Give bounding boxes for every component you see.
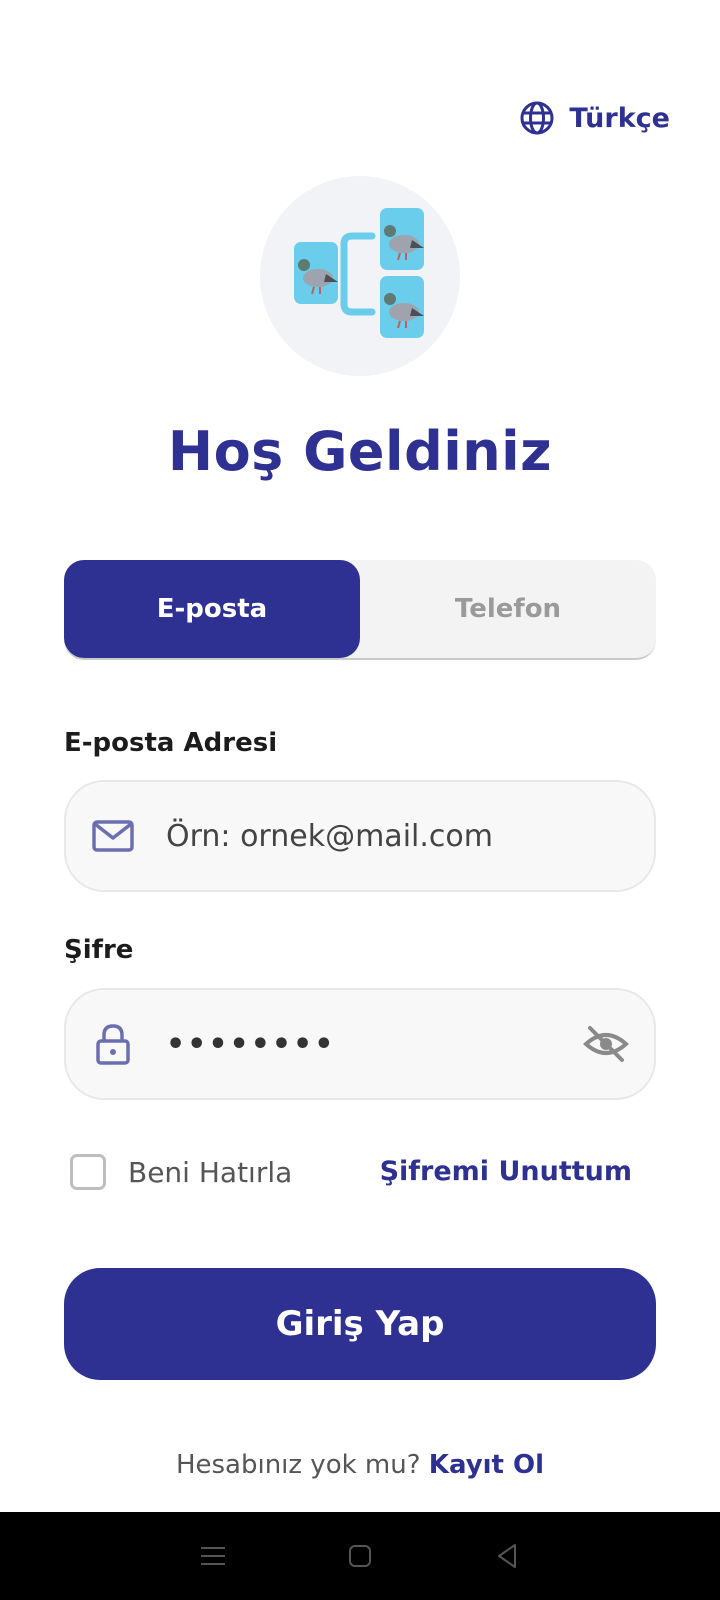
signup-row: Hesabınız yok mu? Kayıt Ol <box>0 1450 720 1480</box>
app-logo <box>260 176 460 376</box>
home-icon[interactable] <box>344 1540 376 1572</box>
tab-phone[interactable]: Telefon <box>360 560 656 658</box>
email-label: E-posta Adresi <box>64 728 278 758</box>
password-value: •••••••• <box>166 1026 336 1062</box>
password-label: Şifre <box>64 935 134 965</box>
email-field[interactable]: Örn: ornek@mail.com <box>64 780 656 892</box>
email-placeholder: Örn: ornek@mail.com <box>166 818 493 854</box>
pigeon-pedigree-logo <box>294 208 424 338</box>
mail-icon <box>92 820 134 852</box>
menu-icon[interactable] <box>197 1540 229 1572</box>
globe-icon <box>520 101 554 135</box>
page-title: Hoş Geldiniz <box>167 420 553 483</box>
login-method-tabs: E-posta Telefon <box>64 560 656 660</box>
forgot-password-link[interactable]: Şifremi Unuttum <box>380 1156 632 1187</box>
signup-link[interactable]: Kayıt Ol <box>429 1450 544 1480</box>
signup-prompt: Hesabınız yok mu? <box>175 1450 421 1480</box>
language-selector[interactable]: Türkçe <box>519 100 670 136</box>
login-button[interactable]: Giriş Yap <box>64 1268 656 1380</box>
back-icon[interactable] <box>491 1540 523 1572</box>
system-nav-bar <box>0 1512 720 1600</box>
remember-label: Beni Hatırla <box>128 1155 293 1189</box>
language-label: Türkçe <box>569 102 670 134</box>
tab-email[interactable]: E-posta <box>64 560 360 658</box>
remember-me[interactable]: Beni Hatırla <box>70 1154 292 1190</box>
eye-off-icon[interactable] <box>582 1020 630 1068</box>
lock-icon <box>96 1024 130 1065</box>
remember-checkbox[interactable] <box>70 1154 106 1190</box>
password-field[interactable]: •••••••• <box>64 988 656 1100</box>
